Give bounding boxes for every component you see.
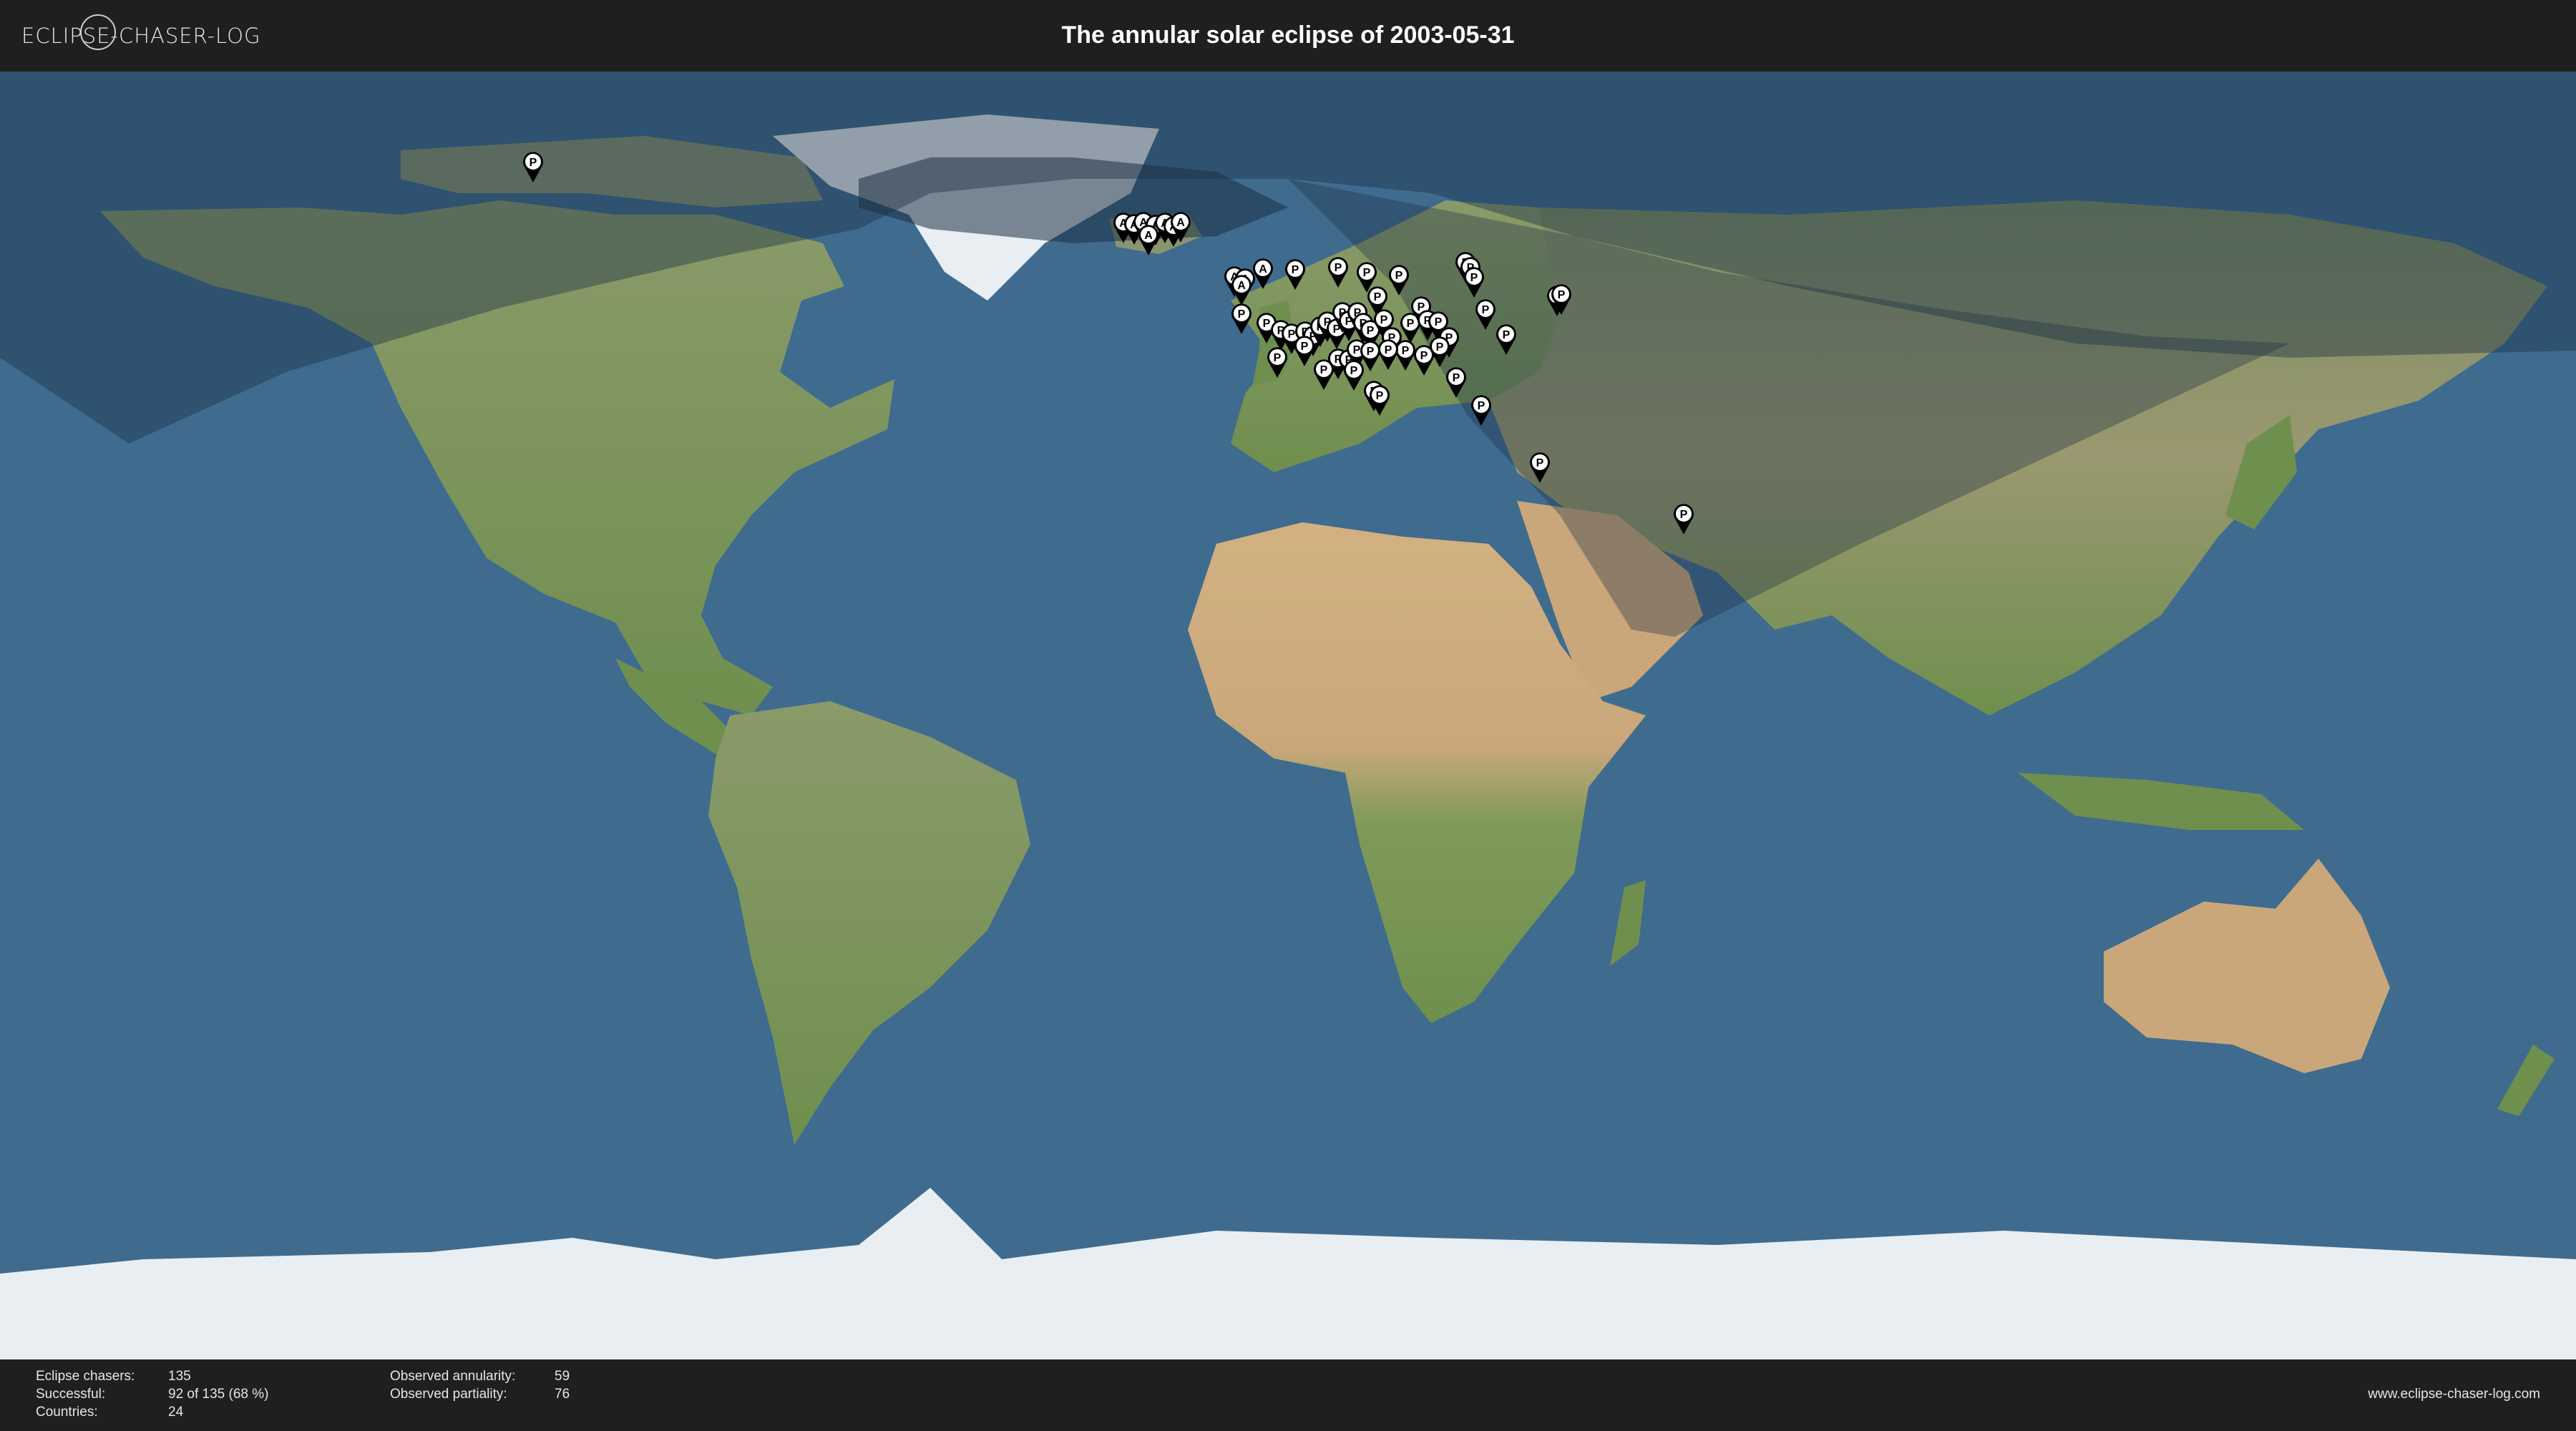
pin-label: P (1503, 329, 1511, 341)
pin-label: P (1680, 509, 1688, 521)
pin-label: P (1353, 344, 1361, 356)
pin-label: P (1395, 270, 1403, 282)
stat-value: 92 of 135 (68 %) (168, 1387, 269, 1402)
pin-label: P (1478, 400, 1485, 412)
pin-label: P (1376, 390, 1384, 402)
pin-label: A (1144, 230, 1153, 242)
pin-label: P (1301, 341, 1309, 353)
stat-value: 135 (168, 1369, 191, 1384)
pin-label: P (1263, 318, 1271, 330)
pin-label: P (1335, 262, 1342, 274)
stat-value: 59 (555, 1369, 570, 1384)
pin-label: P (1367, 346, 1375, 358)
stat-row-eclipse-chasers: Eclipse chasers: 135 (36, 1368, 322, 1385)
pin-label: P (1470, 272, 1478, 284)
pin-label: P (1380, 314, 1388, 326)
page-title: The annular solar eclipse of 2003-05-31 (1061, 21, 1515, 49)
stat-row-successful: Successful: 92 of 135 (68 %) (36, 1386, 322, 1403)
stat-label: Eclipse chasers: (36, 1369, 135, 1384)
pin-label: P (1367, 325, 1375, 337)
pin-label: P (1350, 365, 1358, 377)
pin-label: P (1274, 352, 1282, 364)
pin-label: A (1259, 263, 1267, 275)
pin-label: P (1558, 289, 1566, 301)
header-bar: ECLIPSE-CHASER-LOG The annular solar ecl… (0, 0, 2576, 72)
pin-label: P (1482, 304, 1490, 316)
stat-row-observed-partiality: Observed partiality: 76 (390, 1386, 676, 1403)
stat-label: Successful: (36, 1387, 106, 1402)
pin-label: P (1363, 267, 1371, 279)
stat-label: Countries: (36, 1405, 98, 1420)
pin-label: P (1436, 341, 1444, 353)
pin-label: P (1536, 457, 1544, 469)
website-link[interactable]: www.eclipse-chaser-log.com (2368, 1387, 2540, 1402)
pin-label: P (1288, 328, 1296, 341)
stat-label: Observed partiality: (390, 1387, 507, 1402)
world-map[interactable]: PAAAAAAAAAAAAPPPPPPPPPPPPPPPPPPPPPPPPPPP… (0, 72, 2576, 1359)
pin-label: P (1374, 291, 1382, 303)
stat-value: 76 (555, 1387, 570, 1402)
stat-label: Observed annularity: (390, 1369, 516, 1384)
pin-label: P (1238, 308, 1246, 321)
world-map-svg[interactable]: PAAAAAAAAAAAAPPPPPPPPPPPPPPPPPPPPPPPPPPP… (0, 72, 2576, 1359)
stat-row-observed-annularity: Observed annularity: 59 (390, 1368, 676, 1385)
pin-label: P (1435, 316, 1443, 328)
pin-label: P (1402, 345, 1410, 357)
pin-label: P (530, 157, 537, 169)
footer-bar: Eclipse chasers: 135 Successful: 92 of 1… (0, 1359, 2576, 1431)
pin-label: P (1453, 372, 1460, 384)
pin-label: A (1237, 280, 1246, 292)
pin-label: P (1385, 344, 1392, 356)
stat-value: 24 (168, 1405, 184, 1420)
stat-row-countries: Countries: 24 (36, 1404, 322, 1421)
pin-label: P (1320, 364, 1328, 376)
pin-label: P (1407, 318, 1415, 330)
pin-label: P (1420, 350, 1428, 362)
pin-label: P (1292, 264, 1299, 276)
pin-label: A (1176, 217, 1185, 229)
